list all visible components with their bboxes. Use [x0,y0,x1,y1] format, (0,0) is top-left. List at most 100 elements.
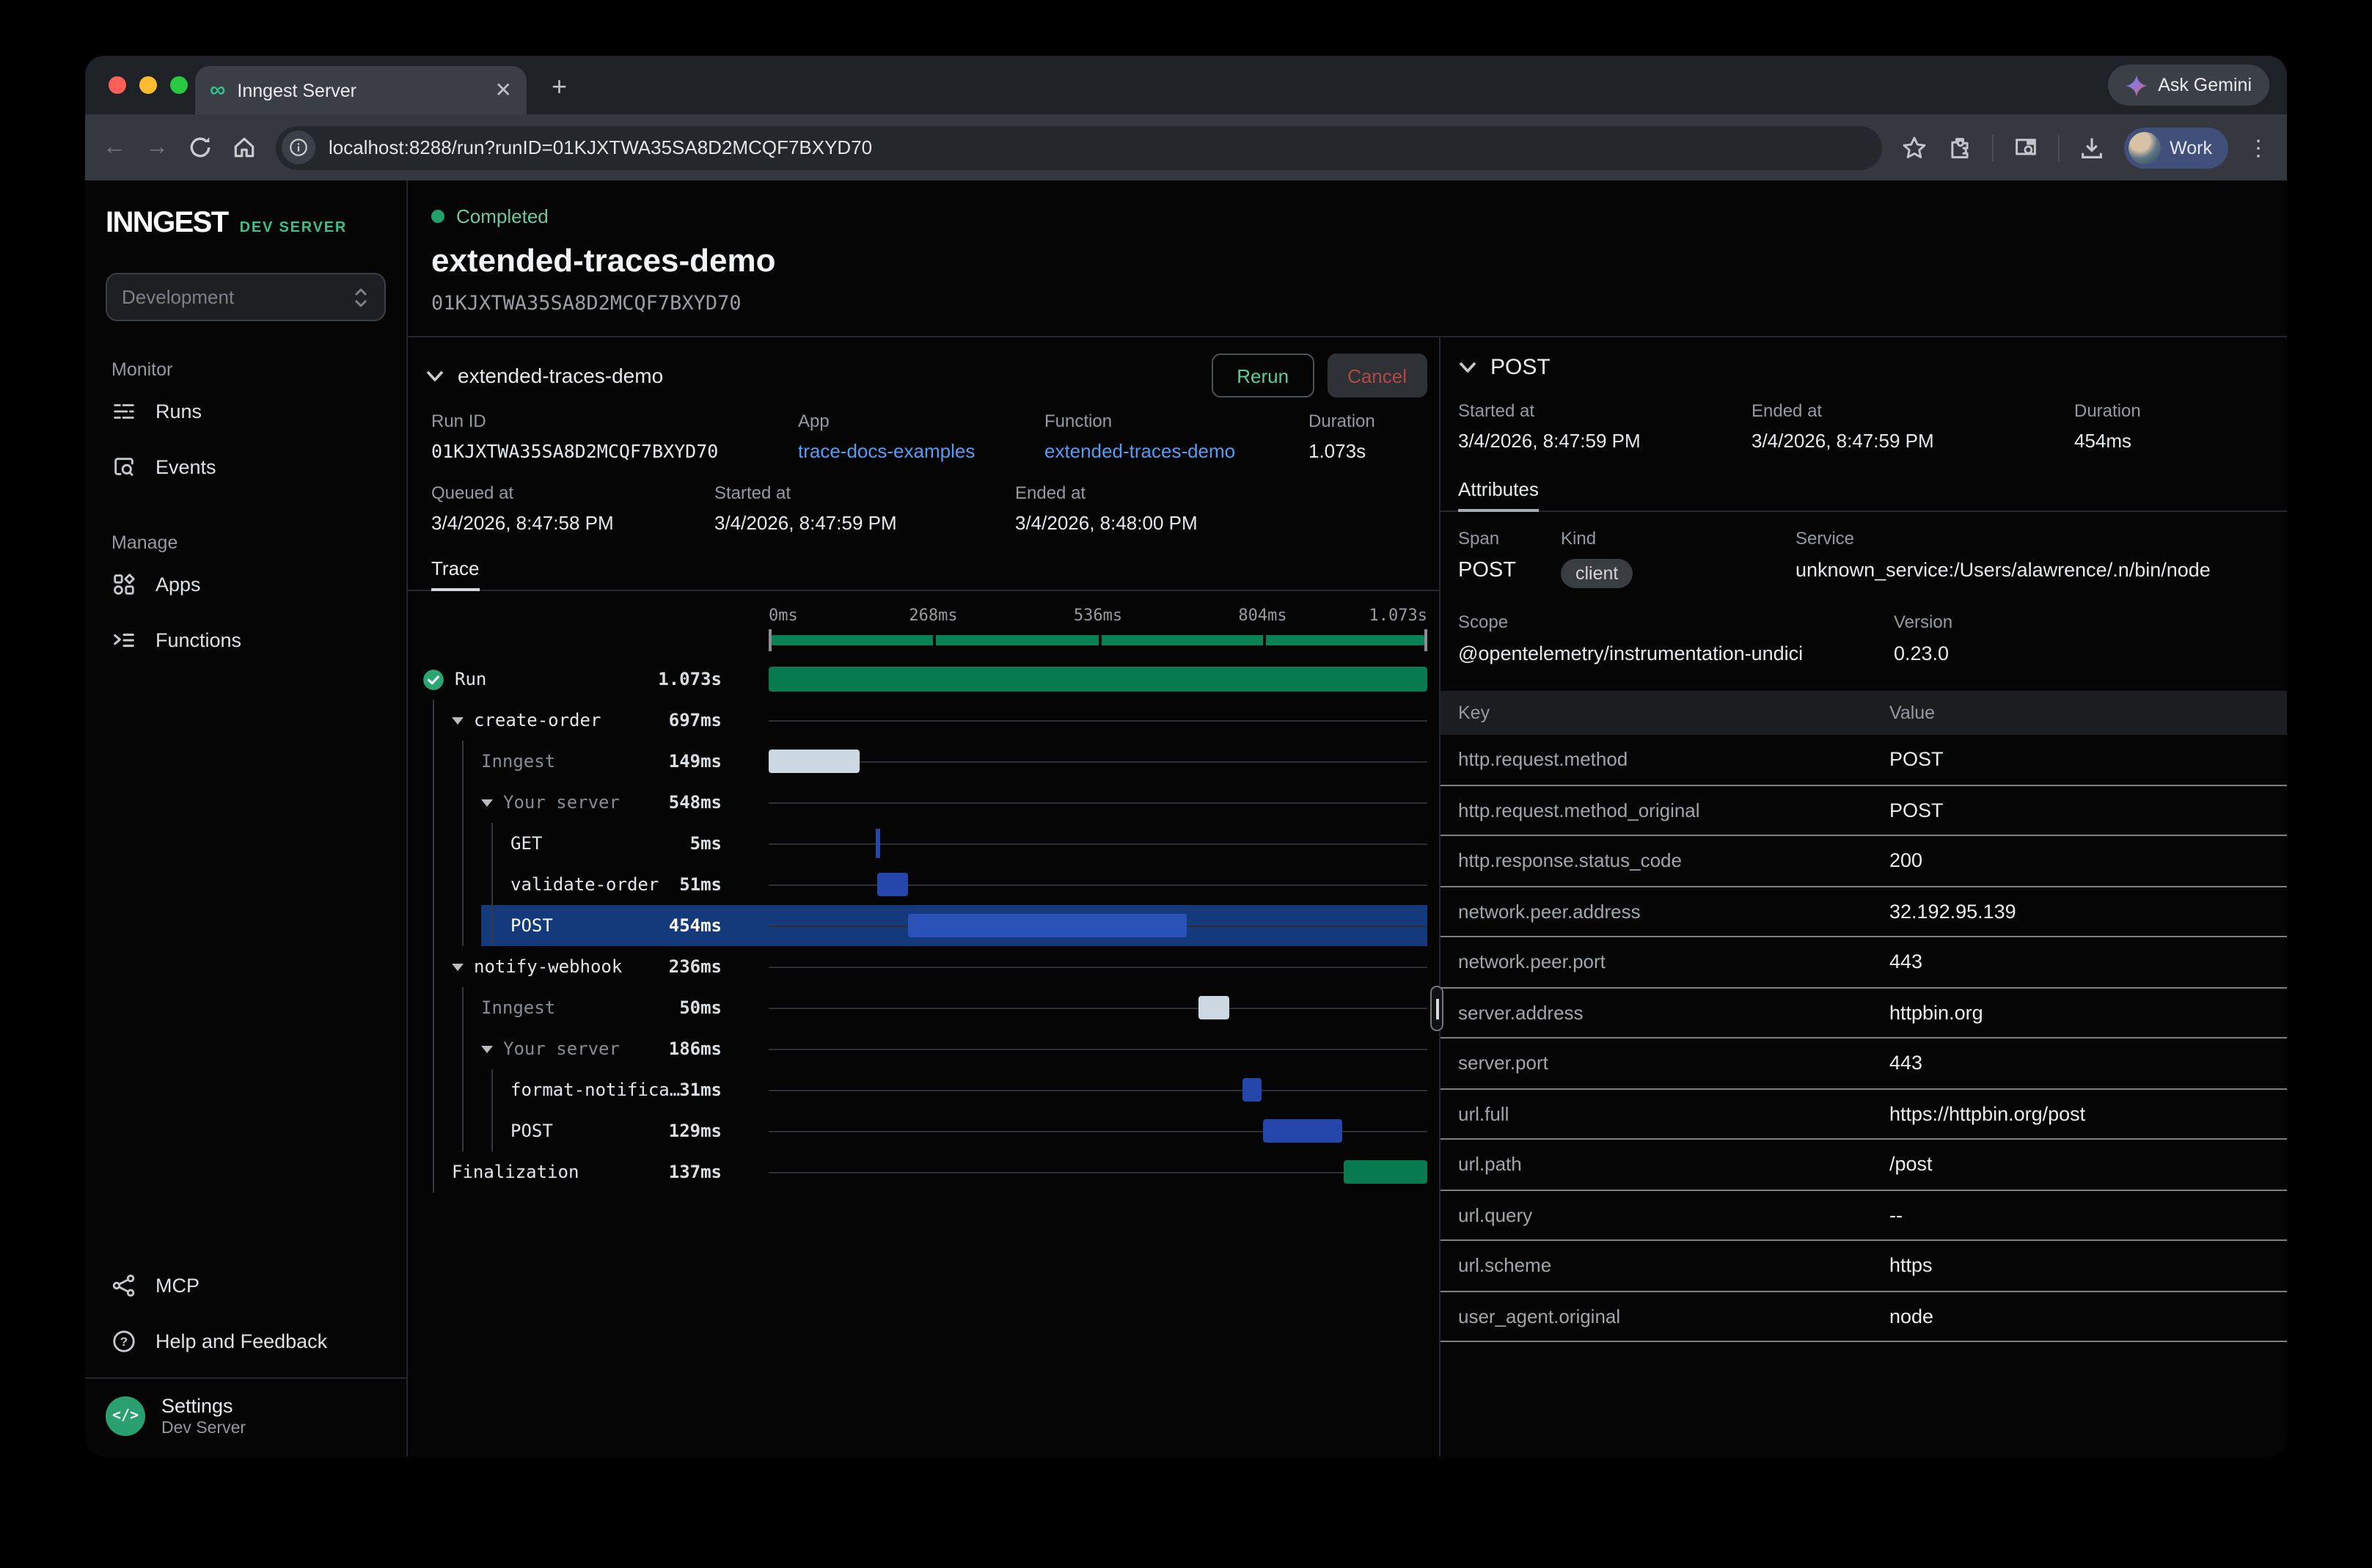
sidebar-item-functions[interactable]: Functions [85,612,406,667]
trace-row-content: format-notifica… [510,1069,680,1110]
trace-row[interactable]: Inngest149ms [408,741,1427,782]
address-bar[interactable]: localhost:8288/run?runID=01KJXTWA35SA8D2… [276,125,1882,169]
trace-row[interactable]: Run1.073s [408,659,1427,700]
new-tab-button[interactable]: + [552,72,567,103]
row-track-line [769,1090,1427,1091]
attribute-key: server.address [1458,1002,1889,1024]
sidebar-section-label: Monitor [111,359,406,380]
meta-value: 454ms [2074,430,2269,452]
attribute-key: url.path [1458,1154,1889,1176]
reload-icon[interactable] [188,135,213,160]
trace-row[interactable]: create-order697ms [408,700,1427,741]
tree-guide-line [432,700,433,741]
attribute-key: network.peer.address [1458,901,1889,923]
trace-row[interactable]: Inngest50ms [408,987,1427,1028]
back-icon[interactable]: ← [103,136,126,159]
span-bar[interactable] [1343,1160,1427,1184]
sidebar-item-settings[interactable]: </> Settings Dev Server [85,1377,406,1457]
span-name: validate-order [510,874,659,895]
attribute-key: user_agent.original [1458,1305,1889,1327]
trace-row-bars [769,823,1427,864]
span-bar[interactable] [769,667,1427,692]
kind-badge: client [1561,559,1633,588]
timeline-minimap[interactable] [769,634,1427,647]
span-bar[interactable] [769,750,860,773]
trace-row[interactable]: Your server548ms [408,782,1427,823]
tree-guide-line [491,1069,492,1110]
span-duration: 236ms [669,956,722,977]
attribute-row: network.peer.address32.192.95.139 [1441,887,2287,937]
run-meta-started-at: Started at3/4/2026, 8:47:59 PM [714,483,1015,534]
ask-gemini-button[interactable]: Ask Gemini [2108,65,2269,106]
trace-row[interactable]: POST129ms [408,1110,1427,1151]
tree-guide-line [461,741,463,782]
minimize-window-button[interactable] [139,76,157,94]
attribute-key: url.scheme [1458,1255,1889,1277]
tab-trace[interactable]: Trace [431,557,480,590]
download-icon[interactable] [2079,134,2105,161]
environment-select[interactable]: Development [106,273,386,321]
trace-row[interactable]: GET5ms [408,823,1427,864]
span-bar[interactable] [1264,1119,1343,1143]
span-name: POST [510,915,553,936]
tab-attributes[interactable]: Attributes [1458,478,1539,510]
sidebar-item-events[interactable]: Events [85,439,406,494]
site-info-icon[interactable] [282,131,315,164]
sidebar-item-mcp[interactable]: MCP [85,1257,406,1313]
meta-value[interactable]: trace-docs-examples [798,440,1044,462]
profile-chip[interactable]: Work [2124,127,2228,168]
extensions-icon[interactable] [1947,134,1973,161]
span-bar[interactable] [1242,1078,1262,1102]
sidebar-item-runs[interactable]: Runs [85,383,406,439]
span-bar[interactable] [876,829,879,858]
tree-guide-line [461,1069,463,1110]
tree-guide-line [491,864,492,905]
trace-row[interactable]: validate-order51ms [408,864,1427,905]
trace-row-selected[interactable]: POST454ms [408,905,1427,946]
caret-down-icon[interactable] [481,1045,493,1052]
browser-tab[interactable]: ∞ Inngest Server ✕ [195,66,527,114]
search-tabs-icon[interactable] [2013,134,2039,161]
sidebar-item-help[interactable]: ?Help and Feedback [85,1313,406,1369]
trace-row[interactable]: Finalization137ms [408,1151,1427,1193]
trace-row-tree: Inngest149ms [408,741,725,782]
trace-row[interactable]: Your server186ms [408,1028,1427,1069]
attribute-row: url.path/post [1441,1140,2287,1190]
tab-close-icon[interactable]: ✕ [495,78,512,103]
trace-row-bars [769,987,1427,1028]
close-window-button[interactable] [109,76,126,94]
tree-guide-line [432,782,433,823]
attribute-value: 443 [1889,1052,1922,1074]
attribute-value: POST [1889,749,1944,771]
home-icon[interactable] [232,135,257,160]
caret-down-icon[interactable] [452,717,464,724]
chevron-down-icon[interactable] [425,369,444,382]
trace-row-bars [769,864,1427,905]
sidebar-item-apps[interactable]: Apps [85,556,406,612]
browser-menu-icon[interactable]: ⋮ [2247,134,2269,161]
trace-row[interactable]: format-notifica…31ms [408,1069,1427,1110]
help-icon: ? [111,1328,136,1353]
inngest-logo: INNGEST [106,207,228,241]
trace-row[interactable]: notify-webhook236ms [408,946,1427,987]
cancel-button[interactable]: Cancel [1327,353,1427,398]
attribute-value: https [1889,1255,1933,1277]
zoom-window-button[interactable] [170,76,188,94]
meta-value[interactable]: extended-traces-demo [1044,440,1308,462]
bookmark-star-icon[interactable] [1901,134,1928,161]
attribute-value: node [1889,1305,1933,1327]
rerun-button[interactable]: Rerun [1212,353,1314,398]
scrollbar-thumb[interactable] [1430,986,1443,1031]
caret-down-icon[interactable] [481,799,493,806]
trace-row-content: Finalization [452,1151,579,1193]
caret-down-icon[interactable] [452,963,464,970]
avatar [2128,131,2161,164]
forward-icon[interactable]: → [145,136,169,159]
tree-guide-line [432,1069,433,1110]
span-bar[interactable] [876,873,908,896]
span-bar[interactable] [909,914,1187,937]
chevron-down-icon[interactable] [1458,361,1477,374]
span-bar[interactable] [1198,996,1229,1019]
trace-row-tree: Run1.073s [408,659,725,700]
minimap-right-handle[interactable] [1424,629,1427,651]
